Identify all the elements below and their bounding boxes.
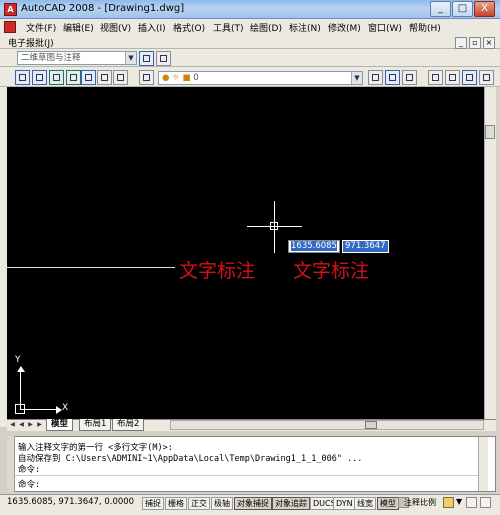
menu-tools[interactable]: 工具(T) [213, 21, 244, 34]
layer-prev-icon[interactable] [368, 70, 383, 85]
drawn-line[interactable] [7, 267, 175, 268]
menu-file[interactable]: 文件(F) [26, 21, 56, 34]
lineweight-toggle[interactable]: 线宽 [354, 497, 376, 510]
menu-draw[interactable]: 绘图(D) [250, 21, 282, 34]
ortho-toggle[interactable]: 正交 [188, 497, 210, 510]
tool-icon-2[interactable] [32, 70, 47, 85]
menu-format[interactable]: 格式(O) [173, 21, 205, 34]
menu-edit[interactable]: 编辑(E) [63, 21, 94, 34]
open-folder-icon[interactable] [445, 70, 460, 85]
tool-icon-3[interactable] [49, 70, 64, 85]
layer-manager-icon[interactable] [139, 70, 154, 85]
tab-model[interactable]: 模型 [46, 419, 74, 431]
workspace-combo[interactable]: 二维草图与注释 ▼ [17, 51, 137, 65]
layer-state-icon[interactable] [385, 70, 400, 85]
polar-toggle[interactable]: 极轴 [211, 497, 233, 510]
menu-insert[interactable]: 插入(I) [138, 21, 166, 34]
otrack-toggle[interactable]: 对象追踪 [272, 497, 310, 510]
tab-layout2[interactable]: 布局2 [112, 419, 145, 431]
dyn-toggle[interactable]: DYN [333, 497, 356, 510]
layer-combo-value: 0 [193, 73, 199, 83]
workspace-combo-value: 二维草图与注释 [21, 53, 81, 63]
workspace-settings-icon[interactable] [139, 51, 154, 66]
autocad-app-icon[interactable]: A [4, 3, 17, 16]
tab-prev-icon[interactable]: ◀ [17, 420, 26, 430]
model-toggle[interactable]: 模型 [377, 497, 399, 510]
command-scrollbar[interactable] [478, 437, 488, 491]
menu-dimension[interactable]: 标注(N) [289, 21, 321, 34]
menu-help[interactable]: 帮助(H) [409, 21, 441, 34]
menu-e-approval[interactable]: 电子报批(J) [8, 36, 54, 49]
dynamic-input-x-value: 1635.6085 [291, 241, 337, 251]
doc-restore-button[interactable]: ▫ [469, 37, 481, 49]
menu-modify[interactable]: 修改(M) [328, 21, 361, 34]
tab-first-icon[interactable]: ◀ [8, 420, 17, 430]
maximize-button[interactable]: □ [452, 1, 473, 17]
workspace-gear-icon[interactable] [156, 51, 171, 66]
command-input[interactable]: 命令: [18, 478, 40, 490]
layer-iso-icon[interactable] [402, 70, 417, 85]
new-file-icon[interactable] [428, 70, 443, 85]
tool-icon-7[interactable] [113, 70, 128, 85]
command-window-grip[interactable] [7, 436, 15, 492]
annotation-scale-label[interactable]: 注释比例 [404, 497, 436, 508]
doc-close-button[interactable]: × [483, 37, 495, 49]
canvas-horizontal-scroll-thumb[interactable] [365, 421, 377, 429]
lightbulb-icon: ● ☼ ■ [162, 73, 194, 83]
doc-minimize-button[interactable]: _ [455, 37, 467, 49]
ucs-y-label: Y [15, 355, 21, 365]
chevron-down-icon[interactable]: ▼ [351, 72, 362, 84]
clean-screen-icon[interactable] [480, 497, 491, 508]
osnap-toggle[interactable]: 对象捕捉 [234, 497, 272, 510]
close-button[interactable]: X [474, 1, 495, 17]
save-icon[interactable] [462, 70, 477, 85]
layer-combo[interactable]: ● ☼ ■ 0 ▼ [158, 71, 363, 85]
canvas-vertical-scroll-thumb[interactable] [485, 125, 495, 139]
menu-view[interactable]: 视图(V) [100, 21, 131, 34]
window-title: AutoCAD 2008 - [Drawing1.dwg] [21, 3, 185, 14]
menu-bar-second-row [0, 35, 500, 49]
tab-last-icon[interactable]: ▶ [35, 420, 44, 430]
lock-icon[interactable] [443, 497, 454, 508]
tab-layout1[interactable]: 布局1 [79, 419, 112, 431]
tab-next-icon[interactable]: ▶ [26, 420, 35, 430]
drawing-canvas[interactable] [7, 87, 484, 419]
grid-toggle[interactable]: 栅格 [165, 497, 187, 510]
command-history-line: 自动保存到 C:\Users\ADMINI~1\AppData\Local\Te… [18, 454, 363, 464]
ucs-y-arrow-icon [17, 366, 25, 372]
document-icon[interactable] [4, 21, 16, 33]
print-icon[interactable] [479, 70, 494, 85]
tool-icon-5[interactable] [81, 70, 96, 85]
tool-icon-4[interactable] [66, 70, 81, 85]
minimize-button[interactable]: _ [430, 1, 451, 17]
crosshair-pickbox [270, 222, 278, 230]
status-menu-arrow-icon[interactable]: ▼ [456, 497, 462, 506]
command-divider [15, 475, 478, 476]
text-annotation-1[interactable]: 文字标注 [179, 256, 255, 283]
dynamic-input-x[interactable]: 1635.6085 [288, 240, 340, 253]
tool-icon-1[interactable] [15, 70, 30, 85]
chevron-down-icon[interactable]: ▼ [125, 52, 136, 64]
ucs-x-axis [20, 409, 58, 410]
ucs-origin-icon [15, 404, 25, 414]
text-annotation-2[interactable]: 文字标注 [293, 256, 369, 283]
menu-window[interactable]: 窗口(W) [368, 21, 402, 34]
tool-icon-6[interactable] [97, 70, 112, 85]
tray-icon[interactable] [466, 497, 477, 508]
cursor-coordinates[interactable]: 1635.6085, 971.3647, 0.0000 [7, 497, 134, 507]
snap-toggle[interactable]: 捕捉 [142, 497, 164, 510]
dynamic-input-y[interactable]: 971.3647 [342, 240, 389, 253]
left-docking-strip [0, 87, 7, 427]
ucs-x-label: X [62, 403, 69, 413]
command-history-line: 命令: [18, 465, 41, 475]
canvas-horizontal-scrollbar[interactable] [170, 420, 484, 430]
